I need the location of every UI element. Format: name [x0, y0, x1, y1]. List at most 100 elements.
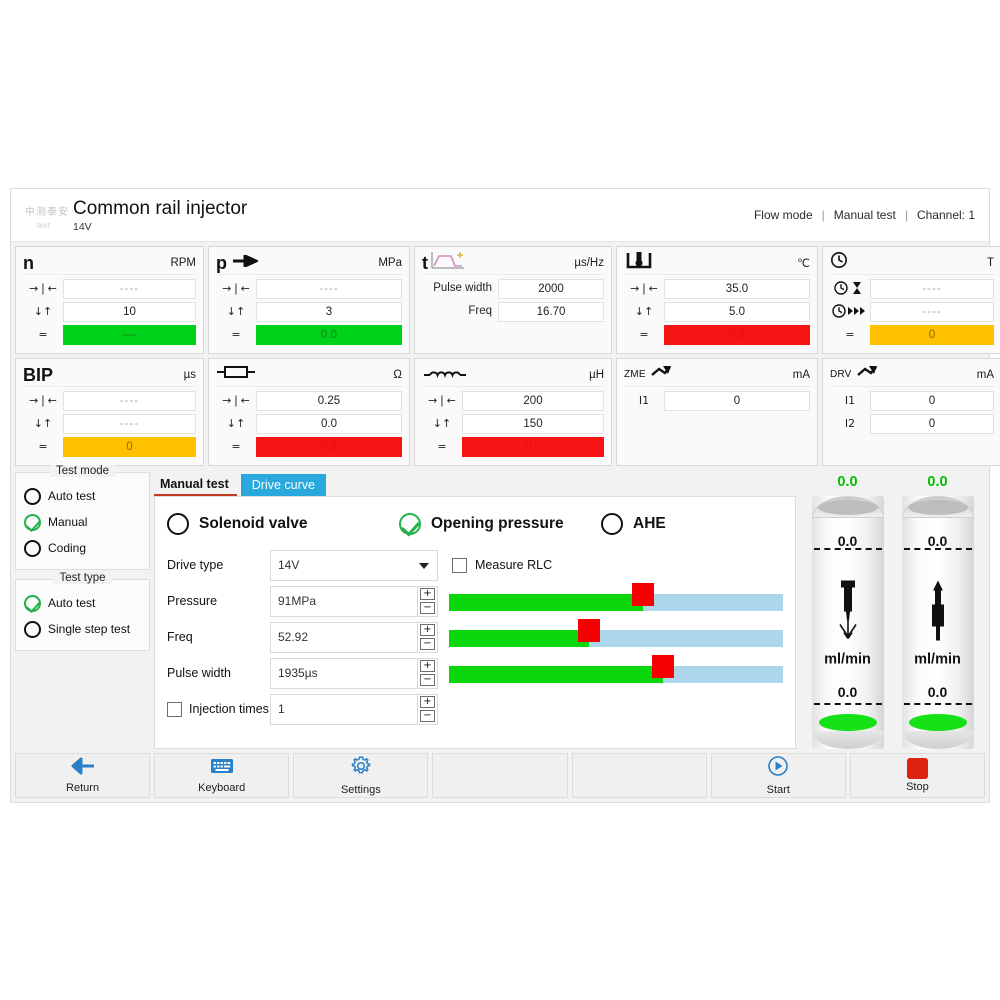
gauge-bip: BIP µs →❘← ---- ↓↑ ---- = 0	[15, 358, 204, 466]
pressure-slider[interactable]	[449, 582, 783, 617]
gauge-row: = 0.0	[216, 436, 402, 457]
clock-hourglass-icon	[830, 280, 870, 297]
freq-stepper: + −	[418, 621, 438, 653]
gauge-value[interactable]: 10	[63, 301, 196, 322]
injection-times-input[interactable]: 1	[270, 693, 418, 725]
radio-test-type-auto[interactable]: Auto test	[24, 590, 141, 616]
decrement-button[interactable]: −	[420, 638, 435, 650]
pressure-input[interactable]: 91MPa	[270, 585, 418, 617]
stop-button[interactable]: Stop	[849, 753, 985, 798]
decrement-button[interactable]: −	[420, 710, 435, 722]
gauge-value[interactable]: ----	[870, 301, 994, 322]
gauge-value[interactable]: ----	[870, 278, 994, 299]
radio-test-mode-manual[interactable]: Manual	[24, 509, 141, 535]
gauge-value[interactable]: ----	[63, 390, 196, 411]
radio-icon	[24, 620, 41, 638]
gauge-value[interactable]: ----	[256, 278, 402, 299]
return-button[interactable]: Return	[15, 753, 151, 798]
radio-ahe[interactable]: AHE	[601, 513, 666, 535]
injector-up-icon	[921, 578, 955, 649]
minmax-icon: ↓↑	[33, 417, 53, 430]
increment-button[interactable]: +	[420, 696, 435, 708]
empty-button-2[interactable]	[571, 753, 707, 798]
settings-button[interactable]: Settings	[293, 753, 429, 798]
radio-solenoid-valve[interactable]: Solenoid valve	[167, 513, 399, 535]
option-label: Auto test	[48, 489, 96, 503]
gauge-value[interactable]: 2000	[498, 278, 604, 299]
slider-knob[interactable]	[631, 582, 654, 606]
gauge-row: →❘← 35.0	[624, 278, 810, 299]
page-subtitle: 14V	[73, 220, 92, 233]
radio-test-mode-coding[interactable]: Coding	[24, 535, 141, 561]
tab-drive-curve[interactable]: Drive curve	[240, 474, 326, 496]
slider-knob[interactable]	[651, 654, 674, 678]
gauge-row: = ----	[23, 324, 196, 345]
current-i2-label: I2	[844, 417, 856, 430]
gauge-symbol: t	[422, 252, 428, 273]
keyboard-button[interactable]: Keyboard	[154, 753, 290, 798]
cylinder-rim	[811, 496, 884, 518]
cylinder-base	[901, 731, 974, 749]
gauge-value[interactable]: ----	[63, 413, 196, 434]
page-title: Common rail injector	[73, 197, 248, 219]
gauge-header: DRV mA	[830, 363, 994, 387]
gauge-value[interactable]: 16.70	[498, 301, 604, 322]
gauge-header: t µs/Hz	[422, 251, 604, 275]
pulse-waveform-icon	[431, 251, 465, 274]
manual-test-panel: Solenoid valve Opening pressure AHE Driv…	[154, 496, 796, 749]
increment-button[interactable]: +	[420, 624, 435, 636]
drive-type-select[interactable]: 14V	[270, 549, 438, 581]
freq-slider[interactable]	[449, 618, 783, 653]
radio-opening-pressure[interactable]: Opening pressure	[399, 513, 601, 535]
slider-knob[interactable]	[578, 618, 601, 642]
gauge-value[interactable]: 0.25	[256, 390, 402, 411]
gauge-value[interactable]: 200	[462, 390, 604, 411]
decrement-button[interactable]: −	[420, 602, 435, 614]
gauge-row: = 0.0	[422, 436, 604, 457]
start-button[interactable]: Start	[710, 753, 846, 798]
gauge-inductance: µH →❘← 200 ↓↑ 150 = 0.0	[414, 358, 612, 466]
minmax-icon: ↓↑	[634, 305, 654, 318]
injection-times-checkbox[interactable]: Injection times	[167, 701, 270, 717]
gauge-value[interactable]: ----	[63, 278, 196, 299]
gauge-row: = 0	[830, 324, 994, 345]
increment-button[interactable]: +	[420, 588, 435, 600]
tab-manual-test[interactable]: Manual test	[154, 474, 237, 496]
gauge-header: µH	[422, 363, 604, 387]
status-separator-2: |	[904, 208, 908, 222]
radio-checked-icon	[399, 513, 421, 535]
decrement-button[interactable]: −	[420, 674, 435, 686]
tolerance-icon: →❘←	[222, 282, 250, 295]
gauge-value[interactable]: 150	[462, 413, 604, 434]
measure-rlc-checkbox[interactable]: Measure RLC	[452, 557, 552, 573]
gauge-value[interactable]: 3	[256, 301, 402, 322]
cylinder-base	[811, 731, 884, 749]
freq-input[interactable]: 52.92	[270, 621, 418, 653]
gauge-unit: MPa	[378, 256, 402, 269]
gauge-value[interactable]: 5.0	[664, 301, 810, 322]
pulse-width-label: Pulse width	[433, 281, 492, 294]
gauge-value[interactable]: 0	[870, 390, 994, 411]
logo-subtext: test	[37, 221, 50, 230]
gauge-column-5: T ---- ---- = 0 DRV mA I1 0 I2 0	[822, 246, 1000, 466]
option-label: Solenoid valve	[199, 515, 308, 532]
gauge-value[interactable]: 0	[664, 390, 810, 411]
gauge-value[interactable]: 35.0	[664, 278, 810, 299]
button-label: Start	[766, 784, 790, 796]
gauge-value[interactable]: 0	[870, 413, 994, 434]
gauge-row: →❘← ----	[216, 278, 402, 299]
cylinder-rim-inner	[817, 500, 878, 515]
radio-icon	[601, 513, 623, 535]
radio-test-type-single-step[interactable]: Single step test	[24, 616, 141, 642]
gauge-value[interactable]: 0.0	[256, 413, 402, 434]
flow-gauges: 0.0 0.0 ml/min 0.0 0.0 0.0 ml/min 0.0	[800, 472, 985, 749]
radio-test-mode-auto[interactable]: Auto test	[24, 483, 141, 509]
pulse-width-slider[interactable]	[449, 654, 783, 689]
cylinder-upper-value: 0.0	[837, 533, 858, 549]
equals-icon: =	[639, 328, 649, 341]
empty-button-1[interactable]	[432, 753, 568, 798]
field-freq: Freq 52.92 + −	[167, 618, 783, 655]
increment-button[interactable]: +	[420, 660, 435, 672]
pulse-width-input[interactable]: 1935µs	[270, 657, 418, 689]
connector-icon	[649, 364, 673, 385]
